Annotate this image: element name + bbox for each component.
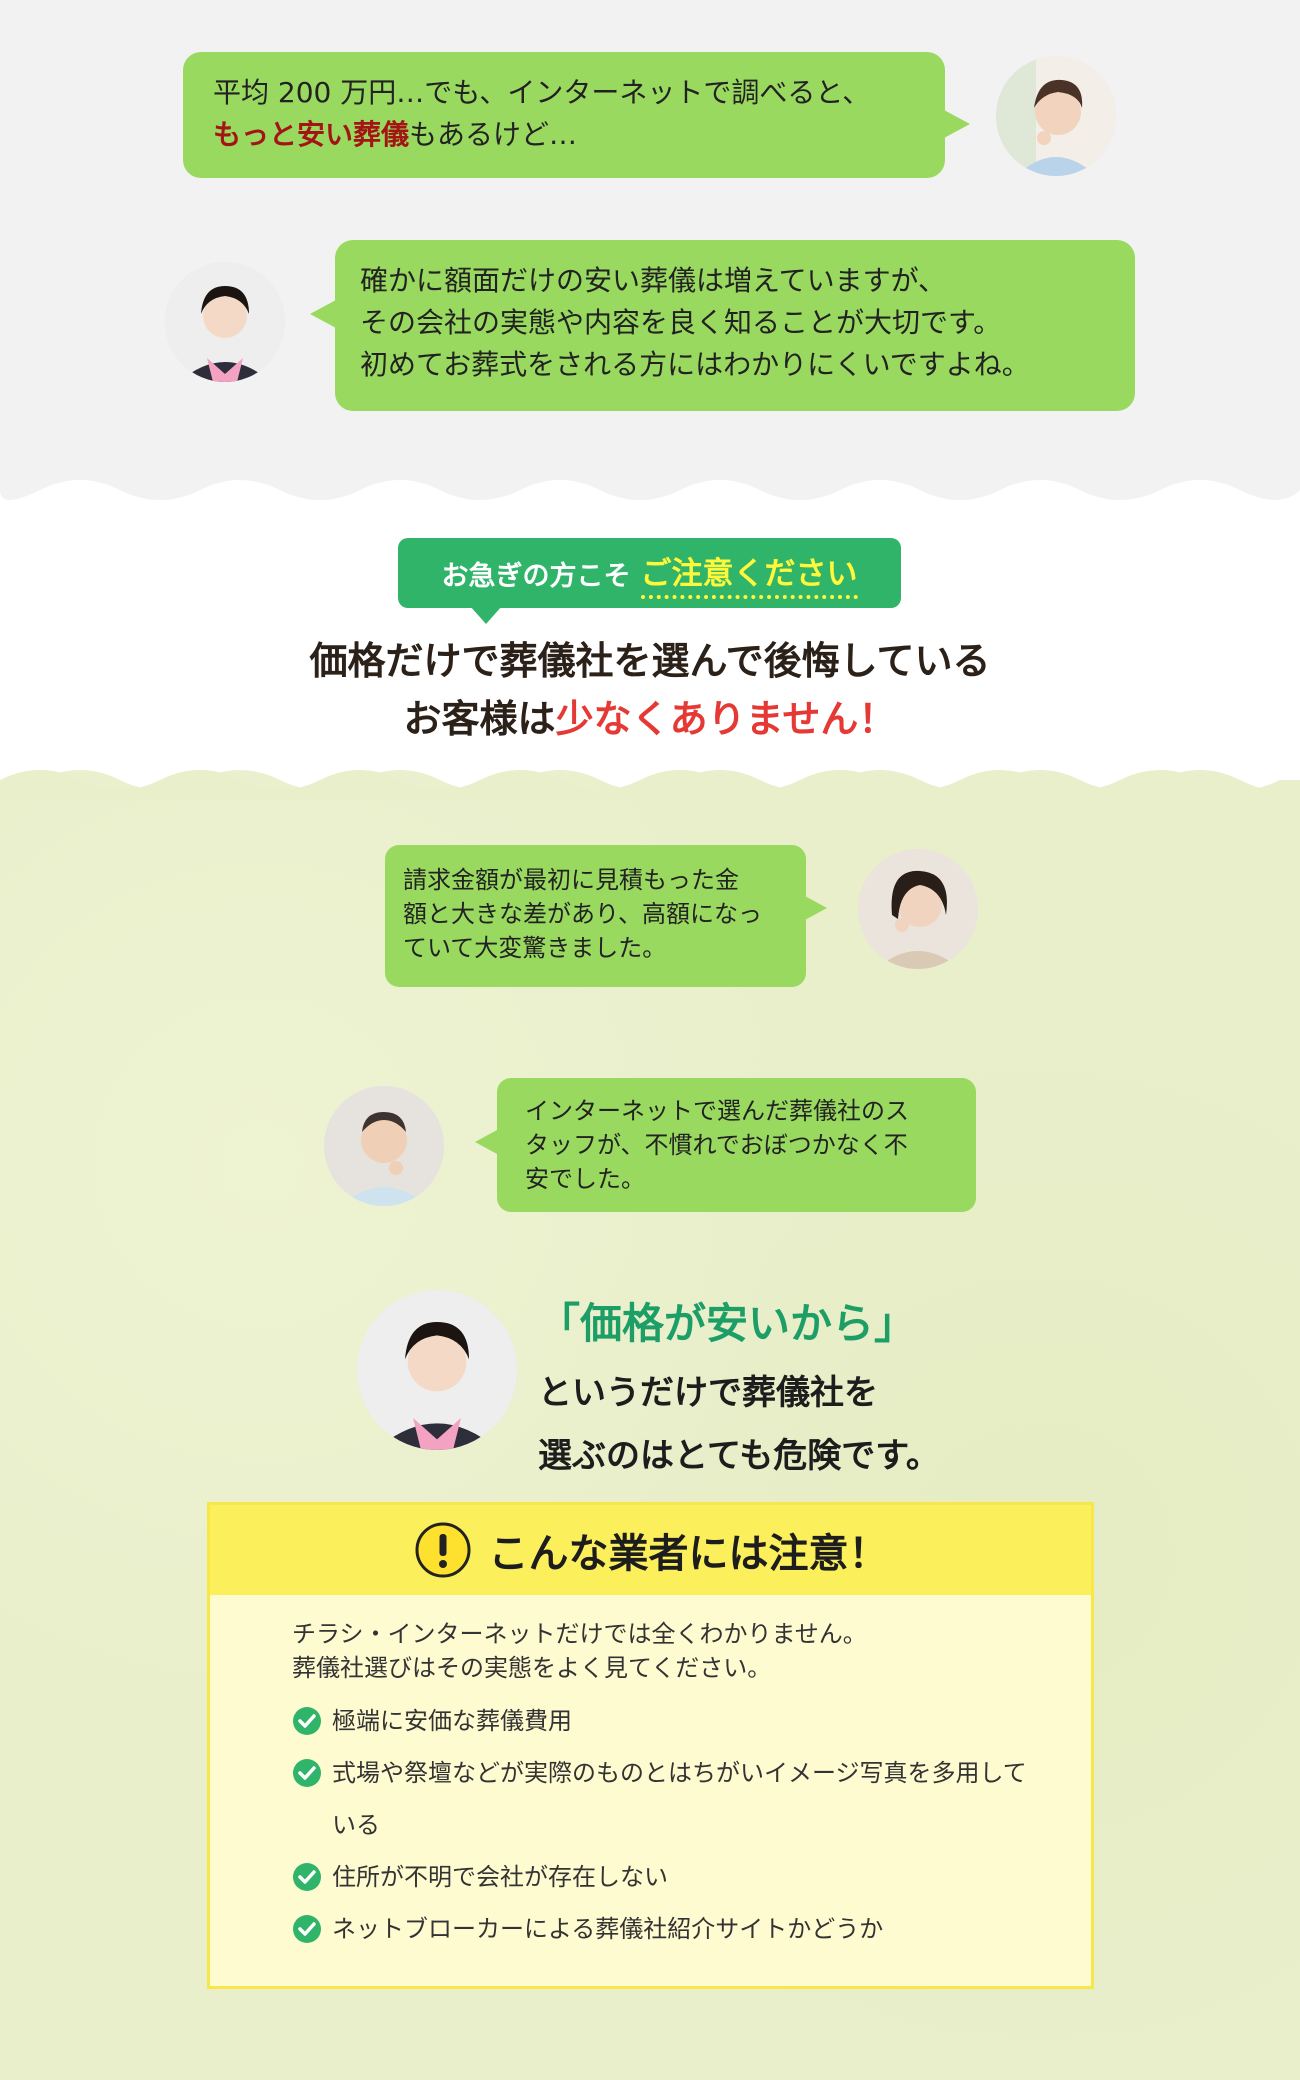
customer-question-text: 平均 200 万円…でも、インターネットで調べると、 もっと安い葬儀もあるけど…	[213, 72, 870, 156]
headline-line-1: 価格だけで葬儀社を選んで後悔している	[309, 639, 991, 683]
warning-header: こんな業者には注意！	[210, 1505, 1091, 1595]
testimonial-2-line-1: インターネットで選んだ葬儀社のス	[525, 1097, 909, 1125]
testimonial-1-line-2: 額と大きな差があり、高額になっ	[403, 900, 763, 928]
customer-man-avatar	[324, 1086, 444, 1206]
warning-item-text: 住所が不明で会社が存在しない	[332, 1863, 668, 1891]
question-emphasis: もっと安い葬儀	[213, 118, 410, 151]
warning-intro-2: 葬儀社選びはその実態をよく見てください。	[292, 1654, 772, 1682]
testimonial-text-2: インターネットで選んだ葬儀社のス タッフが、不慣れでおぼつかなく不 安でした。	[525, 1094, 909, 1196]
warning-item-text: 極端に安価な葬儀費用	[332, 1707, 572, 1735]
warning-item-text: 式場や祭壇などが実際のものとはちがいイメージ写真を多用している	[332, 1759, 1027, 1839]
warning-intro-1: チラシ・インターネットだけでは全くわかりません。	[292, 1620, 867, 1648]
advice-block: 「価格が安いから」 というだけで葬儀社を 選ぶのはとても危険です。	[538, 1290, 940, 1477]
question-line-2: もっと安い葬儀もあるけど…	[213, 114, 870, 156]
customer-question-bubble: 平均 200 万円…でも、インターネットで調べると、 もっと安い葬儀もあるけど…	[183, 52, 945, 178]
question-suffix: もあるけど…	[409, 118, 578, 151]
advice-line-1: 「価格が安いから」	[538, 1299, 917, 1348]
headline-prefix: お客様は	[403, 697, 556, 741]
warning-box: こんな業者には注意！ チラシ・インターネットだけでは全くわかりません。 葬儀社選…	[207, 1502, 1094, 1989]
warning-item: 式場や祭壇などが実際のものとはちがいイメージ写真を多用している	[292, 1747, 1091, 1851]
warning-item: ネットブローカーによる葬儀社紹介サイトかどうか	[292, 1903, 1091, 1955]
advice-line-3: 選ぶのはとても危険です。	[538, 1436, 940, 1476]
staff-woman-avatar	[165, 262, 285, 382]
testimonial-2-line-2: タッフが、不慣れでおぼつかなく不	[525, 1131, 908, 1159]
headline-line-2: お客様は少なくありません！	[0, 688, 1300, 743]
advice-line-2: というだけで葬儀社を	[538, 1373, 878, 1413]
notice-highlight: ご注意ください	[640, 548, 858, 599]
testimonial-text-1: 請求金額が最初に見積もった金 額と大きな差があり、高額になっ ていて大変驚きまし…	[403, 863, 762, 965]
answer-line-1: 確かに額面だけの安い葬儀は増えていますが、	[360, 264, 947, 297]
testimonial-1-line-1: 請求金額が最初に見積もった金	[403, 866, 739, 894]
warning-item-text: ネットブローカーによる葬儀社紹介サイトかどうか	[332, 1915, 884, 1943]
customer-woman-avatar	[996, 56, 1116, 176]
bubble-tail	[805, 896, 827, 920]
check-circle-icon	[293, 1707, 321, 1735]
testimonial-1-line-3: ていて大変驚きました。	[403, 934, 667, 962]
warning-item: 極端に安価な葬儀費用	[292, 1695, 1091, 1747]
check-circle-icon	[293, 1759, 321, 1787]
question-line-1: 平均 200 万円…でも、インターネットで調べると、	[213, 76, 871, 109]
testimonial-bubble-2: インターネットで選んだ葬儀社のス タッフが、不慣れでおぼつかなく不 安でした。	[497, 1078, 976, 1212]
warning-title: こんな業者には注意！	[488, 1531, 889, 1577]
check-circle-icon	[293, 1863, 321, 1891]
notice-prefix: お急ぎの方こそ	[441, 560, 631, 592]
bubble-tail	[310, 300, 336, 328]
bubble-tail	[475, 1130, 497, 1154]
customer-woman-worried-avatar	[858, 849, 978, 969]
check-circle-icon	[293, 1915, 321, 1943]
notice-tag-tail	[470, 606, 502, 624]
answer-line-2: その会社の実態や内容を良く知ることが大切です。	[360, 306, 1002, 339]
staff-answer-bubble: 確かに額面だけの安い葬儀は増えていますが、 その会社の実態や内容を良く知ることが…	[335, 240, 1135, 411]
testimonial-bubble-1: 請求金額が最初に見積もった金 額と大きな差があり、高額になっ ていて大変驚きまし…	[385, 845, 806, 987]
wave-divider-bottom	[0, 760, 1300, 800]
notice-tag: お急ぎの方こそ ご注意ください	[398, 538, 901, 608]
wave-divider-top	[0, 470, 1300, 510]
warning-item: 住所が不明で会社が存在しない	[292, 1851, 1091, 1903]
staff-answer-text: 確かに額面だけの安い葬儀は増えていますが、 その会社の実態や内容を良く知ることが…	[360, 260, 1030, 386]
testimonial-2-line-3: 安でした。	[525, 1165, 645, 1193]
exclamation-icon	[415, 1522, 470, 1578]
answer-line-3: 初めてお葬式をされる方にはわかりにくいですよね。	[360, 348, 1030, 381]
warning-body: チラシ・インターネットだけでは全くわかりません。 葬儀社選びはその実態をよく見て…	[210, 1595, 1091, 1955]
bubble-tail	[944, 110, 970, 138]
warning-list: 極端に安価な葬儀費用 式場や祭壇などが実際のものとはちがいイメージ写真を多用して…	[292, 1695, 1091, 1955]
headline-emphasis: 少なくありません！	[555, 697, 897, 741]
staff-advisor-avatar	[357, 1290, 517, 1450]
